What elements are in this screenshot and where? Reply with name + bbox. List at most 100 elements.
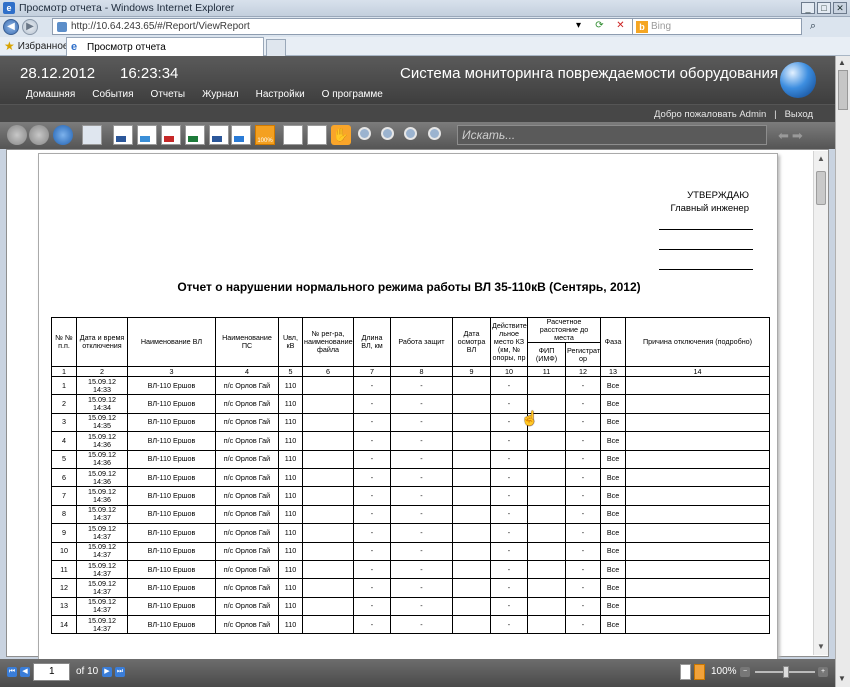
maximize-button[interactable]: □	[817, 2, 831, 14]
refresh-page-icon[interactable]: ⟳	[593, 19, 606, 32]
new-tab-button[interactable]	[266, 39, 286, 56]
cell-length: -	[353, 375, 391, 396]
cell-num: 6	[51, 467, 77, 488]
stop-icon[interactable]: ✕	[614, 19, 627, 32]
cell-line: ВЛ-110 Ершов	[127, 394, 216, 414]
export-xps-icon[interactable]	[137, 125, 157, 145]
menu-home[interactable]: Домашняя	[26, 89, 75, 100]
zoom-in-icon[interactable]	[381, 127, 394, 140]
zoom-minus-icon[interactable]: −	[740, 667, 750, 677]
cell-fip	[527, 504, 566, 525]
browser-scroll-up-icon[interactable]: ▲	[838, 58, 846, 67]
cell-substation: п/с Орлов Гай	[215, 523, 279, 543]
next-page-icon[interactable]: ▶	[102, 667, 112, 677]
cell-line: ВЛ-110 Ершов	[127, 486, 216, 506]
minimize-button[interactable]: _	[801, 2, 815, 14]
col-header-registrar: Регистрат ор	[564, 342, 602, 367]
bing-icon: b	[636, 20, 648, 33]
dropdown-icon[interactable]: ▾	[572, 19, 585, 32]
cell-num: 5	[51, 449, 77, 469]
scroll-down-icon[interactable]: ▼	[816, 642, 826, 652]
menu-settings[interactable]: Настройки	[256, 89, 305, 100]
export-pdf-icon[interactable]	[161, 125, 181, 145]
continuous-view-icon[interactable]	[694, 664, 705, 680]
cell-fault-location: -	[490, 467, 528, 488]
zoom-slider[interactable]	[755, 666, 815, 678]
cell-length: -	[353, 596, 391, 617]
search-go-icon[interactable]: ⌕	[805, 19, 821, 34]
scroll-thumb[interactable]	[816, 171, 826, 205]
browser-scroll-down-icon[interactable]: ▼	[838, 674, 846, 683]
cell-reason	[625, 394, 771, 414]
cell-inspection	[452, 412, 491, 433]
two-page-icon[interactable]	[307, 125, 327, 145]
browser-scrollbar[interactable]: ▲ ▼	[835, 56, 850, 687]
menu-about[interactable]: О программе	[322, 89, 383, 100]
browser-tab[interactable]: e Просмотр отчета	[66, 37, 264, 56]
single-page-icon[interactable]	[283, 125, 303, 145]
browser-back-button[interactable]: ◀	[3, 19, 19, 35]
cell-registrar: -	[564, 467, 602, 488]
zoom-100-icon[interactable]: 100%	[255, 125, 275, 145]
export-html-icon[interactable]	[231, 125, 251, 145]
column-number: 13	[600, 366, 627, 377]
forward-icon[interactable]	[29, 125, 49, 145]
cell-registrar: -	[564, 412, 602, 433]
single-page-view-icon[interactable]	[680, 664, 691, 680]
cell-fip	[527, 541, 566, 561]
favorites-star-icon[interactable]: ★	[4, 39, 15, 53]
export-excel-icon[interactable]	[185, 125, 205, 145]
zoom-out-icon[interactable]	[358, 127, 371, 140]
refresh-icon[interactable]	[53, 125, 73, 145]
cell-voltage: 110	[278, 578, 303, 598]
search-box-placeholder: Bing	[651, 21, 672, 32]
browser-forward-button[interactable]: ▶	[22, 19, 38, 35]
zoom-slider-knob[interactable]	[783, 666, 789, 678]
cell-registrar: -	[564, 615, 602, 635]
window-title: Просмотр отчета - Windows Internet Explo…	[19, 2, 235, 14]
cell-registrar: -	[564, 375, 602, 396]
last-page-icon[interactable]: ⏭	[115, 667, 125, 677]
viewer-scrollbar[interactable]: ▲ ▼	[813, 151, 828, 655]
zoom-fit-icon[interactable]	[404, 127, 417, 140]
zoom-plus-icon[interactable]: +	[818, 667, 828, 677]
app-title: Система мониторинга повреждаемости обору…	[400, 65, 779, 82]
export-word2-icon[interactable]	[209, 125, 229, 145]
menu-journal[interactable]: Журнал	[202, 89, 239, 100]
scroll-up-icon[interactable]: ▲	[816, 154, 826, 164]
cell-recorder	[302, 449, 354, 469]
first-page-icon[interactable]: ⏮	[7, 667, 17, 677]
search-box[interactable]: b Bing	[632, 18, 802, 35]
page-number-input[interactable]: 1	[33, 663, 70, 681]
back-icon[interactable]	[7, 125, 27, 145]
col-header-recorder: № рег-ра, наименование файла	[302, 317, 354, 367]
cell-registrar: -	[564, 541, 602, 561]
logout-link[interactable]: Выход	[785, 109, 813, 120]
col-header-calc-distance: Расчетное расстояние до места	[526, 317, 602, 343]
menu-reports[interactable]: Отчеты	[151, 89, 186, 100]
cell-phase: Все	[600, 596, 627, 617]
cell-inspection	[452, 615, 491, 635]
report-toolbar: 100% ✋ Искать... ⬅➡	[0, 122, 835, 149]
cell-line: ВЛ-110 Ершов	[127, 504, 216, 525]
favorites-label[interactable]: Избранное	[18, 41, 69, 52]
zoom-width-icon[interactable]	[428, 127, 441, 140]
print-icon[interactable]	[82, 125, 102, 145]
col-header-fault-location: Действите льное место КЗ (км, № опоры, п…	[490, 317, 528, 367]
cell-registrar: -	[564, 596, 602, 617]
hand-tool-icon[interactable]: ✋	[331, 125, 351, 145]
cell-time: 14:33	[93, 384, 111, 394]
cell-line: ВЛ-110 Ершов	[127, 615, 216, 635]
report-search-input[interactable]: Искать...	[457, 125, 767, 145]
menu-events[interactable]: События	[92, 89, 133, 100]
cell-recorder	[302, 615, 354, 635]
search-nav-arrows-icon[interactable]: ⬅➡	[778, 128, 806, 144]
address-bar[interactable]: http://10.64.243.65/#/Report/ViewReport	[52, 18, 642, 35]
cell-protection: -	[390, 523, 453, 543]
column-number: 7	[353, 366, 391, 377]
table-row: 2 15.09.12 14:34 ВЛ-110 Ершов п/с Орлов Гай 1…	[51, 394, 771, 414]
browser-scroll-thumb[interactable]	[838, 70, 848, 110]
prev-page-icon[interactable]: ◀	[20, 667, 30, 677]
close-window-button[interactable]: ✕	[833, 2, 847, 14]
export-word-icon[interactable]	[113, 125, 133, 145]
